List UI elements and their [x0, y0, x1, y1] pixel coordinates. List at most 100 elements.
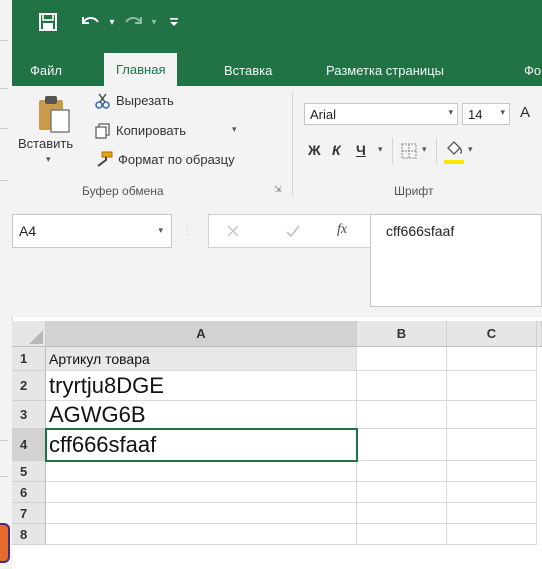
- edge-mark: [0, 440, 8, 441]
- select-all-corner[interactable]: [12, 321, 46, 347]
- font-name-dropdown[interactable]: Arial ▾: [304, 103, 458, 125]
- edge-mark: [0, 40, 8, 41]
- font-group-label: Шрифт: [394, 184, 434, 198]
- cell[interactable]: [447, 524, 537, 545]
- ribbon-divider: [392, 138, 393, 164]
- cell[interactable]: [447, 461, 537, 482]
- copy-button[interactable]: Копировать: [116, 123, 186, 138]
- formula-buttons: fx: [208, 214, 376, 248]
- ribbon-tabs: Файл Главная Вставка Разметка страницы Ф…: [12, 46, 542, 86]
- name-box-dropdown-icon[interactable]: ▾: [158, 225, 163, 236]
- edge-mark: [0, 180, 8, 181]
- ribbon-divider: [292, 92, 293, 196]
- grow-font-button[interactable]: А: [520, 104, 530, 121]
- edge-mark: [0, 128, 8, 129]
- cell[interactable]: [447, 401, 537, 429]
- formula-content: cff666sfaaf: [386, 223, 455, 239]
- borders-icon[interactable]: [400, 142, 418, 160]
- underline-button[interactable]: Ч: [356, 142, 366, 158]
- cut-icon: [94, 92, 112, 110]
- cell[interactable]: [46, 482, 357, 503]
- fill-color-dropdown-icon[interactable]: ▾: [468, 144, 473, 155]
- cell[interactable]: [46, 503, 357, 524]
- fill-color-icon[interactable]: [444, 138, 464, 162]
- row-header[interactable]: 2: [12, 371, 46, 401]
- column-header-a[interactable]: A: [46, 321, 357, 347]
- row-header[interactable]: 8: [12, 524, 46, 545]
- name-box-value: A4: [19, 223, 37, 239]
- formula-input[interactable]: cff666sfaaf: [370, 214, 542, 307]
- row-header[interactable]: 3: [12, 401, 46, 429]
- copy-dropdown-icon[interactable]: ▾: [232, 124, 237, 135]
- cell-a4[interactable]: cff666sfaaf: [46, 429, 357, 461]
- cell[interactable]: [357, 482, 447, 503]
- font-size-dropdown-icon: ▾: [500, 107, 505, 117]
- borders-dropdown-icon[interactable]: ▾: [422, 144, 427, 155]
- tab-insert[interactable]: Вставка: [212, 55, 284, 86]
- font-size-value: 14: [468, 106, 483, 122]
- row-header[interactable]: 5: [12, 461, 46, 482]
- enter-formula-icon[interactable]: [285, 223, 301, 239]
- tab-home[interactable]: Главная: [104, 53, 178, 86]
- cell[interactable]: [357, 401, 447, 429]
- worksheet-grid: A B C 1 2 3 4 5 6 7 8 Артикул товара try…: [12, 321, 542, 569]
- column-header-c[interactable]: C: [447, 321, 537, 347]
- cell[interactable]: [357, 371, 447, 401]
- save-icon[interactable]: [36, 10, 60, 34]
- insert-function-icon[interactable]: fx: [337, 222, 347, 238]
- ribbon-home: Вставить ▾ Вырезать Копировать ▾ Формат …: [12, 86, 542, 205]
- tab-file[interactable]: Файл: [18, 55, 74, 86]
- cell[interactable]: [447, 482, 537, 503]
- format-painter-button[interactable]: Формат по образцу: [118, 152, 235, 167]
- cell[interactable]: [447, 429, 537, 461]
- cell-a2[interactable]: tryrtju8DGE: [46, 371, 357, 401]
- edge-mark: [0, 476, 8, 477]
- copy-icon: [94, 122, 112, 140]
- font-size-dropdown[interactable]: 14 ▾: [462, 103, 510, 125]
- name-box[interactable]: A4 ▾: [12, 214, 172, 248]
- row-header[interactable]: 6: [12, 482, 46, 503]
- fill-color-swatch: [444, 160, 464, 164]
- font-name-dropdown-icon: ▾: [448, 107, 453, 117]
- paste-button[interactable]: Вставить: [18, 136, 73, 151]
- edge-mark: [0, 88, 8, 89]
- cell-a3[interactable]: AGWG6B: [46, 401, 357, 429]
- cut-button[interactable]: Вырезать: [116, 93, 174, 108]
- cell[interactable]: [357, 461, 447, 482]
- tab-page-layout[interactable]: Разметка страницы: [314, 55, 456, 86]
- cell-a1[interactable]: Артикул товара: [46, 347, 357, 371]
- paste-icon[interactable]: [34, 94, 74, 134]
- cell[interactable]: [447, 503, 537, 524]
- tab-formulas[interactable]: Фо: [512, 55, 542, 86]
- clipboard-launcher-icon[interactable]: ⇲: [274, 184, 282, 195]
- column-header-b[interactable]: B: [357, 321, 447, 347]
- formula-bar-splitter-icon[interactable]: ⋮: [182, 226, 192, 237]
- cell[interactable]: [357, 429, 447, 461]
- customize-qat-icon[interactable]: [162, 10, 186, 34]
- underline-dropdown-icon[interactable]: ▾: [378, 144, 383, 155]
- column-header-d-partial[interactable]: [537, 321, 542, 347]
- cell[interactable]: [357, 347, 447, 371]
- ribbon-divider: [436, 138, 437, 164]
- italic-button[interactable]: К: [332, 142, 341, 158]
- bold-button[interactable]: Ж: [308, 142, 321, 158]
- row-header[interactable]: 4: [12, 429, 46, 461]
- format-painter-icon: [94, 150, 114, 168]
- edge-orange-tab[interactable]: [0, 523, 10, 563]
- paste-dropdown-icon[interactable]: ▾: [46, 154, 51, 165]
- clipboard-group-label: Буфер обмена: [82, 184, 164, 198]
- font-name-value: Arial: [310, 106, 337, 122]
- cell[interactable]: [46, 524, 357, 545]
- cell[interactable]: [447, 347, 537, 371]
- cell[interactable]: [357, 524, 447, 545]
- cell[interactable]: [357, 503, 447, 524]
- row-header[interactable]: 1: [12, 347, 46, 371]
- cell[interactable]: [447, 371, 537, 401]
- row-header[interactable]: 7: [12, 503, 46, 524]
- undo-dropdown-icon[interactable]: ▾: [100, 10, 124, 34]
- cancel-formula-icon[interactable]: [225, 223, 241, 239]
- cell[interactable]: [46, 461, 357, 482]
- quick-access-toolbar: ▾ ▾: [12, 0, 542, 46]
- formula-bar: A4 ▾ ⋮ fx cff666sfaaf: [12, 204, 542, 317]
- undo-icon[interactable]: [78, 10, 102, 34]
